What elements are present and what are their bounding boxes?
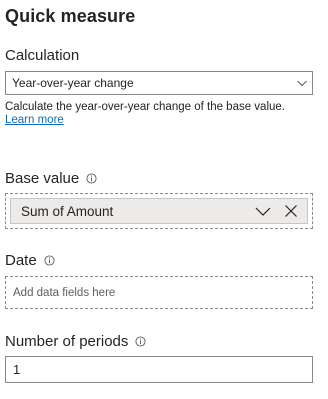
calculation-description: Calculate the year-over-year change of t…	[5, 101, 285, 113]
learn-more-link[interactable]: Learn more	[5, 114, 64, 126]
base-value-label: Base value	[5, 170, 97, 187]
close-icon[interactable]	[284, 204, 298, 218]
base-value-label-text: Base value	[5, 170, 80, 187]
base-value-field-chip[interactable]: Sum of Amount	[10, 198, 308, 224]
date-well[interactable]: Add data fields here	[5, 276, 313, 309]
calculation-label-text: Calculation	[5, 47, 80, 64]
info-icon[interactable]	[135, 336, 146, 347]
periods-input[interactable]	[5, 356, 313, 383]
periods-label-text: Number of periods	[5, 333, 129, 350]
calculation-label: Calculation	[5, 47, 79, 64]
calculation-dropdown[interactable]: Year-over-year change	[5, 71, 313, 95]
quick-measure-title: Quick measure	[5, 6, 136, 26]
chevron-down-icon	[297, 80, 307, 87]
calculation-selected-value: Year-over-year change	[12, 76, 134, 90]
date-label-text: Date	[5, 252, 37, 269]
info-icon[interactable]	[86, 173, 97, 184]
periods-label: Number of periods	[5, 333, 146, 350]
base-value-well[interactable]: Sum of Amount	[5, 193, 313, 229]
date-placeholder: Add data fields here	[13, 286, 116, 299]
date-label: Date	[5, 252, 55, 269]
base-value-field-name: Sum of Amount	[21, 203, 114, 219]
chevron-down-icon[interactable]	[255, 205, 271, 218]
info-icon[interactable]	[44, 255, 55, 266]
